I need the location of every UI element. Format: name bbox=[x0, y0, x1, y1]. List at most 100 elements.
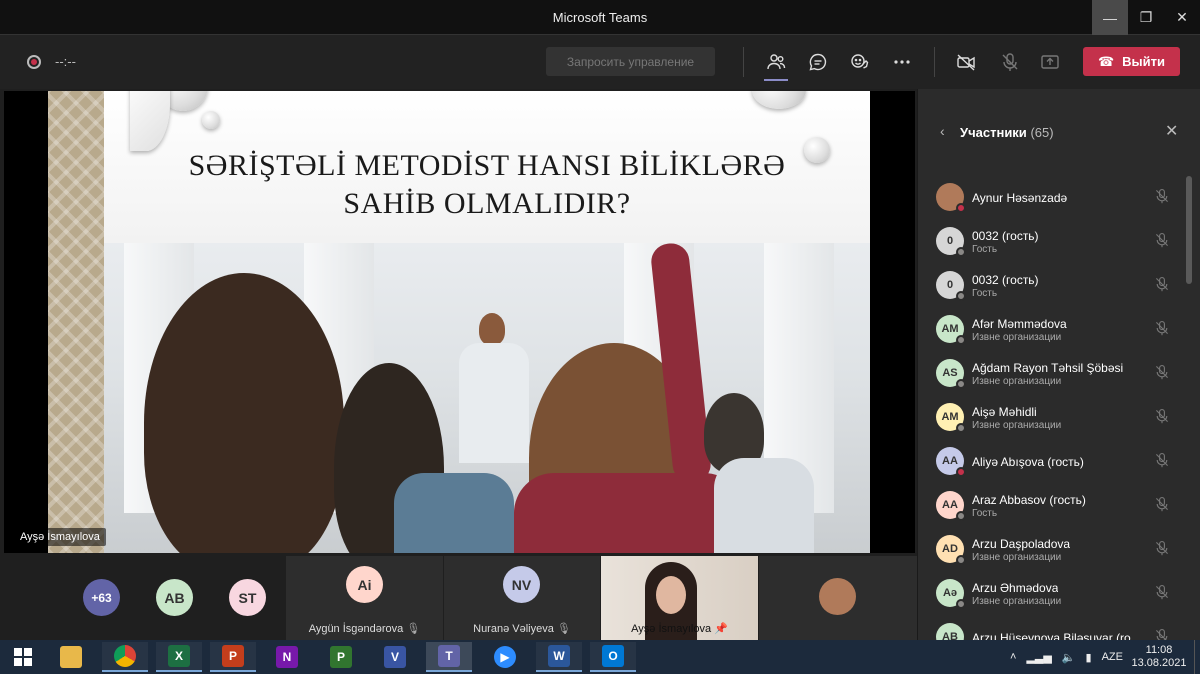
participant-row[interactable]: AM Afər Məmmədova Извне организации bbox=[918, 309, 1188, 353]
language-indicator[interactable]: AZE bbox=[1102, 651, 1123, 663]
chevron-up-icon[interactable]: ˄ bbox=[1010, 651, 1016, 663]
participant-name: 0032 (гость) bbox=[972, 229, 1039, 243]
close-icon: ✕ bbox=[1176, 9, 1188, 25]
presence-status-icon bbox=[956, 467, 966, 477]
participant-row[interactable]: AA Araz Abbasov (гость) Гость bbox=[918, 485, 1188, 529]
participant-tile[interactable]: NV Nuranə Vəliyeva 🎙 bbox=[444, 556, 600, 640]
word-icon: W bbox=[548, 645, 570, 667]
participant-row[interactable]: Aə Arzu Əhmədova Извне организации bbox=[918, 573, 1188, 617]
clock-time: 11:08 bbox=[1145, 644, 1173, 656]
volume-icon[interactable]: 🔈 bbox=[1062, 651, 1076, 664]
chevron-left-icon: ‹ bbox=[940, 123, 945, 139]
taskbar-outlook[interactable]: O bbox=[590, 642, 636, 672]
reactions-button[interactable] bbox=[846, 49, 874, 75]
taskbar-zoom[interactable]: ▶ bbox=[482, 642, 528, 672]
participants-button[interactable] bbox=[762, 49, 790, 81]
participant-subtitle: Извне организации bbox=[972, 552, 1062, 563]
classroom-photo bbox=[104, 243, 870, 553]
close-window-button[interactable]: ✕ bbox=[1164, 0, 1200, 35]
mic-off-icon bbox=[1156, 365, 1168, 380]
taskbar-excel[interactable]: X bbox=[156, 642, 202, 672]
participant-row[interactable]: AM Aişə Məhidli Извне организации bbox=[918, 397, 1188, 441]
taskbar-powerpoint[interactable]: P bbox=[210, 642, 256, 672]
mic-off-icon bbox=[1156, 189, 1168, 204]
presence-status-icon bbox=[956, 423, 966, 433]
speaker-figure bbox=[459, 343, 529, 463]
close-icon: ✕ bbox=[1165, 123, 1179, 140]
back-button[interactable]: ‹ bbox=[940, 123, 945, 139]
folder-icon bbox=[60, 646, 82, 668]
people-icon bbox=[767, 54, 786, 70]
more-participants-button[interactable]: +63 bbox=[83, 579, 120, 616]
participant-name: Aliyə Abışova (гость) bbox=[972, 455, 1084, 469]
participant-name: 0032 (гость) bbox=[972, 273, 1039, 287]
taskbar-chrome[interactable] bbox=[102, 642, 148, 672]
mic-icon: 🎙 bbox=[556, 623, 571, 635]
participant-name: Arzu Daşpoladova bbox=[972, 537, 1071, 551]
avatar bbox=[819, 578, 856, 615]
minimize-icon: — bbox=[1103, 9, 1117, 26]
taskbar-teams[interactable]: T bbox=[426, 642, 472, 672]
mic-off-icon bbox=[1156, 585, 1168, 600]
taskbar-word[interactable]: W bbox=[536, 642, 582, 672]
windows-taskbar: X P N P V T ▶ W O ˄ ▂▃▅ 🔈 ▮ AZE 11:08 13… bbox=[0, 640, 1200, 674]
powerpoint-icon: P bbox=[222, 645, 244, 667]
mic-off-icon: 🎙 bbox=[406, 623, 421, 635]
mic-off-icon bbox=[1156, 233, 1168, 248]
participant-row[interactable]: AD Arzu Daşpoladova Извне организации bbox=[918, 529, 1188, 573]
tile-name: Ayşə İsmayılova 📌 bbox=[601, 622, 758, 635]
participant-name: Afər Məmmədova bbox=[972, 317, 1067, 331]
request-control-button[interactable]: Запросить управление bbox=[546, 47, 715, 76]
mic-off-icon bbox=[1156, 453, 1168, 468]
battery-icon[interactable]: ▮ bbox=[1086, 651, 1092, 664]
camera-off-icon bbox=[957, 54, 975, 71]
participant-tile[interactable] bbox=[759, 556, 917, 640]
participant-row[interactable]: AA Aliyə Abışova (гость) bbox=[918, 441, 1188, 485]
taskbar-onenote[interactable]: N bbox=[264, 642, 310, 672]
share-screen-button[interactable] bbox=[1036, 49, 1064, 75]
clock-date: 13.08.2021 bbox=[1131, 657, 1187, 669]
network-icon[interactable]: ▂▃▅ bbox=[1026, 651, 1051, 664]
participant-row[interactable]: 0 0032 (гость) Гость bbox=[918, 265, 1188, 309]
tile-name: Nuranə Vəliyeva 🎙 bbox=[444, 622, 600, 635]
speaker-figure bbox=[479, 313, 505, 345]
start-button[interactable] bbox=[0, 642, 46, 672]
participant-row[interactable]: AS Ağdam Rayon Təhsil Şöbəsi Извне организ… bbox=[918, 353, 1188, 397]
taskbar-visio[interactable]: V bbox=[372, 642, 418, 672]
panel-scrollbar[interactable] bbox=[1186, 176, 1192, 284]
chat-button[interactable] bbox=[804, 49, 832, 75]
more-actions-button[interactable] bbox=[888, 49, 916, 75]
avatar[interactable]: ST bbox=[229, 579, 266, 616]
mic-off-icon bbox=[1156, 277, 1168, 292]
leave-button[interactable]: ☎ Выйти bbox=[1083, 47, 1180, 76]
project-icon: P bbox=[330, 646, 352, 668]
avatar[interactable]: AB bbox=[156, 579, 193, 616]
participant-row[interactable]: Aynur Həsənzadə bbox=[918, 177, 1188, 221]
participant-subtitle: Гость bbox=[972, 244, 998, 255]
maximize-button[interactable]: ❐ bbox=[1128, 0, 1164, 35]
shared-content: SƏRİŞTƏLİ METODİST HANSI BİLİKLƏRƏ SAHİB… bbox=[4, 91, 915, 553]
minimize-button[interactable]: — bbox=[1092, 0, 1128, 35]
mic-off-icon bbox=[1156, 541, 1168, 556]
mic-toggle-button[interactable] bbox=[996, 49, 1024, 75]
slide-title-line: SƏRİŞTƏLİ METODİST HANSI BİLİKLƏRƏ bbox=[188, 149, 786, 182]
participant-name: Arzu Əhmədova bbox=[972, 581, 1059, 595]
taskbar-file-explorer[interactable] bbox=[48, 642, 94, 672]
close-panel-button[interactable]: ✕ bbox=[1165, 121, 1178, 141]
participant-name: Ayşə İsmayılova bbox=[631, 623, 712, 635]
participant-video-tile[interactable]: Ayşə İsmayılova 📌 bbox=[601, 556, 758, 640]
taskbar-project[interactable]: P bbox=[318, 642, 364, 672]
presence-status-icon bbox=[956, 379, 966, 389]
show-desktop-button[interactable] bbox=[1194, 640, 1200, 674]
divider bbox=[934, 47, 935, 77]
camera-toggle-button[interactable] bbox=[952, 49, 980, 75]
clock[interactable]: 11:08 13.08.2021 bbox=[1131, 640, 1187, 674]
participant-tile[interactable]: Ai Aygün İsgəndərova 🎙 bbox=[286, 556, 443, 640]
pin-icon: 📌 bbox=[714, 623, 728, 635]
chrome-icon bbox=[114, 645, 136, 667]
presence-status-icon bbox=[956, 335, 966, 345]
restore-icon: ❐ bbox=[1139, 9, 1153, 25]
participant-row[interactable]: 0 0032 (гость) Гость bbox=[918, 221, 1188, 265]
panel-title: Участники (65) bbox=[960, 125, 1054, 140]
meeting-toolbar: --:-- Запросить управление ☎ Выйти bbox=[0, 35, 1200, 89]
